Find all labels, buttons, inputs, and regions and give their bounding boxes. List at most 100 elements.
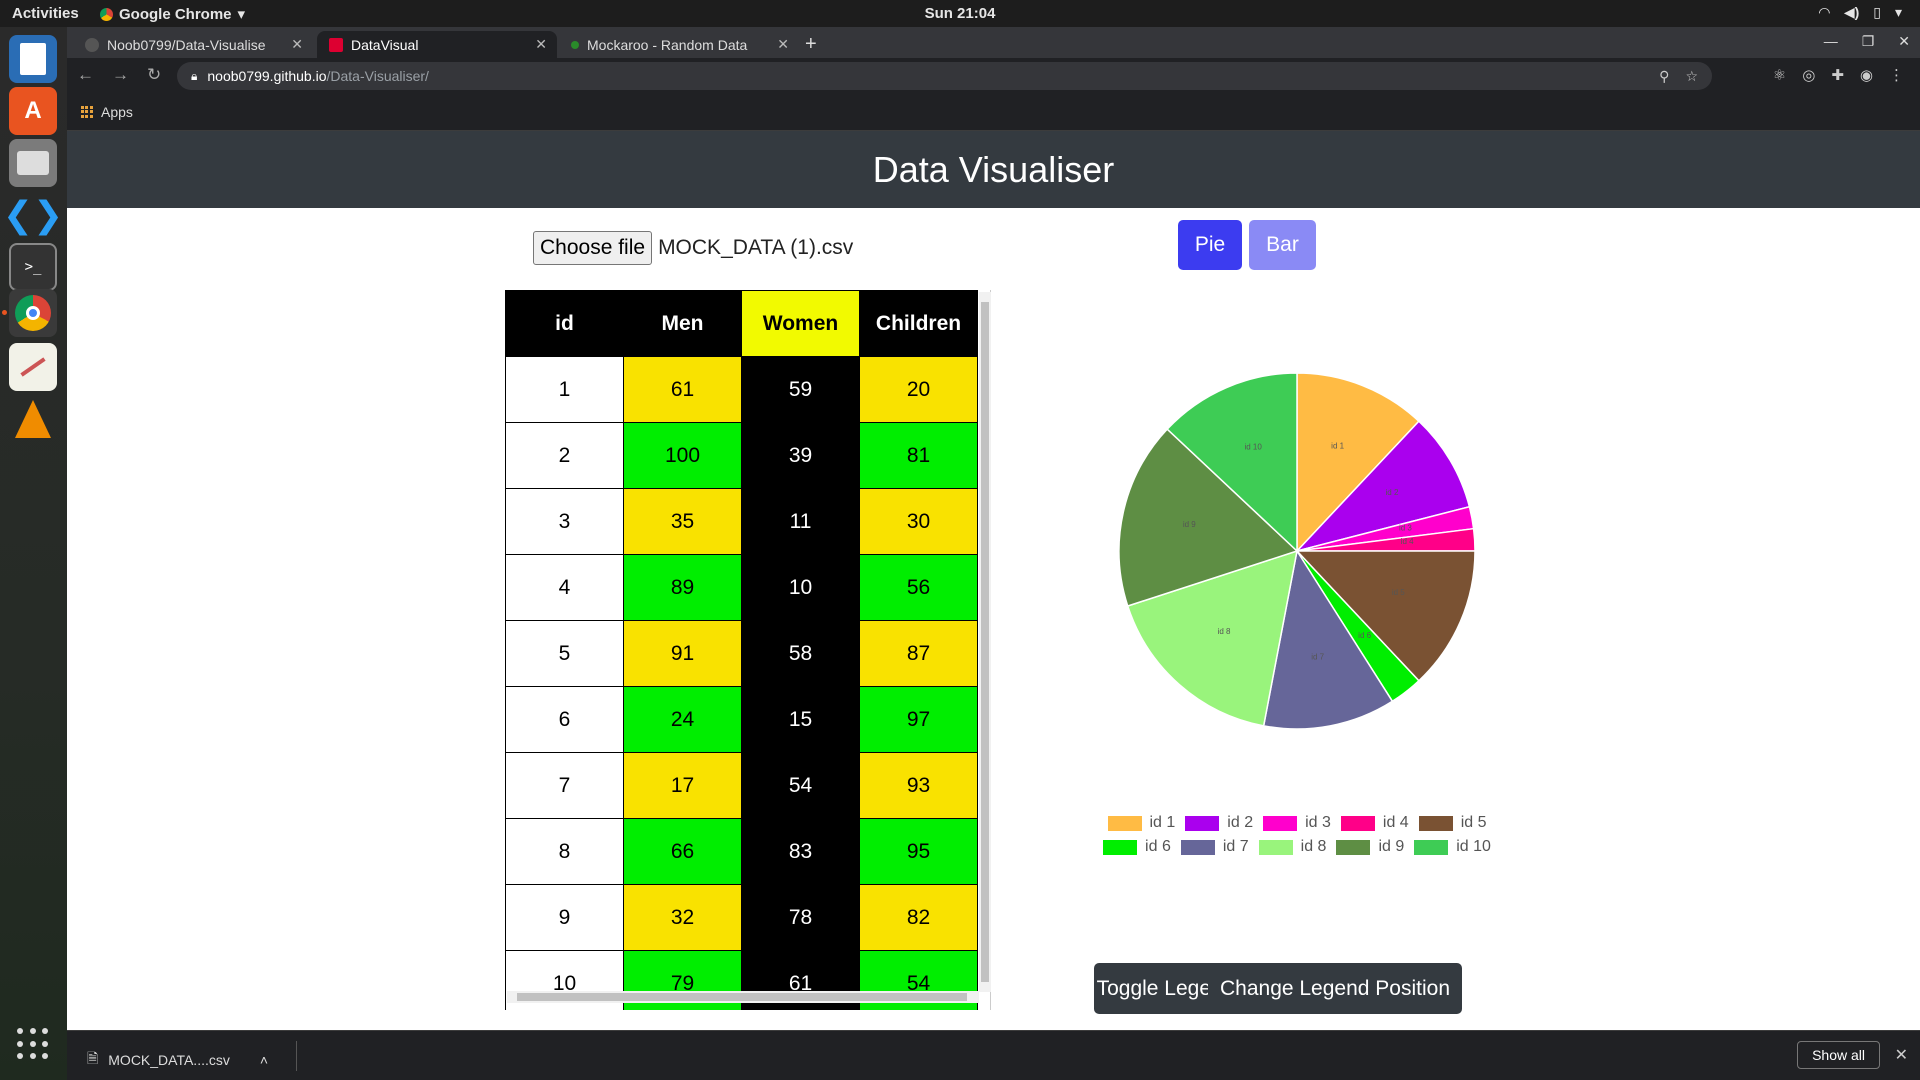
legend-swatch bbox=[1263, 815, 1298, 831]
legend-item[interactable]: id 8 bbox=[1258, 838, 1326, 856]
forward-icon[interactable]: → bbox=[112, 65, 129, 85]
nav-buttons: ← → ↻ bbox=[77, 65, 161, 85]
apps-label: Apps bbox=[101, 104, 133, 120]
download-bar: 🗎︎ MOCK_DATA....csv ˄ Show all ✕ bbox=[67, 1030, 1920, 1080]
download-item[interactable]: 🗎︎ MOCK_DATA....csv ˄ bbox=[87, 1048, 268, 1072]
zoom-icon[interactable]: ⚲ bbox=[1659, 68, 1669, 85]
table-cell-men: 24 bbox=[623, 686, 742, 753]
legend-swatch bbox=[1185, 815, 1220, 831]
back-icon[interactable]: ← bbox=[77, 65, 94, 85]
legend-item[interactable]: id 2 bbox=[1185, 814, 1253, 832]
choose-file-button[interactable]: Choose file bbox=[533, 231, 653, 265]
table-cell-id: 9 bbox=[505, 884, 624, 951]
table-cell-men: 61 bbox=[623, 356, 742, 423]
table-row: 9 32 78 82 bbox=[505, 884, 978, 951]
pie-slice-label: id 2 bbox=[1386, 488, 1399, 497]
react-devtools-icon[interactable]: ⚛ bbox=[1773, 66, 1786, 84]
change-legend-position-button[interactable]: Change Legend Position bbox=[1208, 963, 1462, 1014]
show-applications-icon[interactable] bbox=[17, 1028, 49, 1060]
address-bar[interactable]: 🔒︎ noob0799.github.io/Data-Visualiser/ ⚲… bbox=[177, 62, 1712, 90]
pie-slice-label: id 6 bbox=[1358, 631, 1371, 640]
writer-icon[interactable] bbox=[9, 35, 57, 83]
bookmark-star-icon[interactable]: ☆ bbox=[1685, 68, 1698, 85]
tab-title: Noob0799/Data-Visualise bbox=[107, 36, 266, 53]
bar-button[interactable]: Bar bbox=[1249, 220, 1316, 270]
vscode-icon[interactable]: ❮❯ bbox=[3, 191, 63, 239]
table-row: 5 91 58 87 bbox=[505, 620, 978, 687]
puzzle-icon[interactable]: ✚ bbox=[1831, 66, 1844, 84]
column-header-children: Children bbox=[859, 290, 978, 357]
close-icon[interactable]: ✕ bbox=[777, 36, 789, 53]
clock[interactable]: Sun 21:04 bbox=[0, 5, 1920, 22]
column-header-men: Men bbox=[623, 290, 742, 357]
pie-slice-label: id 4 bbox=[1401, 537, 1414, 546]
battery-icon: ▯ bbox=[1873, 4, 1881, 20]
files-icon[interactable] bbox=[9, 139, 57, 187]
horizontal-scrollbar[interactable] bbox=[507, 991, 979, 1003]
pie-slice-label: id 9 bbox=[1183, 520, 1196, 529]
legend-label: id 2 bbox=[1227, 814, 1254, 831]
table-cell-men: 32 bbox=[623, 884, 742, 951]
table-cell-women: 10 bbox=[741, 554, 860, 621]
file-upload: Choose file MOCK_DATA (1).csv bbox=[533, 231, 853, 265]
tab-mockaroo[interactable]: Mockaroo - Random Data ✕ bbox=[559, 31, 799, 58]
chrome-icon[interactable] bbox=[9, 289, 57, 337]
close-icon[interactable]: ✕ bbox=[1898, 33, 1910, 50]
scrollbar-thumb[interactable] bbox=[981, 302, 989, 982]
browser-toolbar: ← → ↻ 🔒︎ noob0799.github.io/Data-Visuali… bbox=[67, 58, 1920, 94]
pie-slice-label: id 1 bbox=[1331, 441, 1344, 450]
vertical-scrollbar[interactable] bbox=[979, 292, 991, 992]
legend-swatch bbox=[1107, 815, 1142, 831]
software-center-icon[interactable]: A bbox=[9, 87, 57, 135]
system-tray[interactable]: ◠ ◀) ▯ ▾ bbox=[1819, 4, 1902, 21]
tab-title: Mockaroo - Random Data bbox=[587, 36, 748, 53]
new-tab-icon[interactable]: + bbox=[805, 33, 817, 56]
legend-label: id 9 bbox=[1378, 838, 1405, 855]
menu-icon[interactable]: ⋮ bbox=[1889, 66, 1904, 84]
extension-icon[interactable]: ◎ bbox=[1802, 66, 1815, 84]
table-cell-id: 1 bbox=[505, 356, 624, 423]
close-icon[interactable]: ✕ bbox=[535, 36, 547, 53]
maximize-icon[interactable]: ❐ bbox=[1862, 33, 1875, 50]
tab-github[interactable]: Noob0799/Data-Visualise ✕ bbox=[73, 31, 313, 58]
table-cell-men: 17 bbox=[623, 752, 742, 819]
wifi-icon: ◠ bbox=[1819, 4, 1830, 20]
legend-item[interactable]: id 1 bbox=[1107, 814, 1175, 832]
legend-item[interactable]: id 10 bbox=[1414, 838, 1491, 856]
legend-item[interactable]: id 6 bbox=[1103, 838, 1171, 856]
text-editor-icon[interactable] bbox=[9, 343, 57, 391]
chevron-up-icon[interactable]: ˄ bbox=[260, 1052, 268, 1068]
legend-item[interactable]: id 7 bbox=[1180, 838, 1249, 856]
pie-chart[interactable]: id 1 id 2 id 3 id 4 id 5 id 6 id 7 id 8 id 9 id 1… bbox=[1067, 321, 1527, 781]
pie-button[interactable]: Pie bbox=[1178, 220, 1242, 270]
lock-icon: 🔒︎ bbox=[191, 68, 198, 83]
legend-item[interactable]: id 9 bbox=[1336, 838, 1404, 856]
apps-bookmark[interactable]: Apps bbox=[81, 104, 133, 120]
legend-label: id 6 bbox=[1145, 838, 1171, 855]
legend-item[interactable]: id 5 bbox=[1418, 814, 1486, 832]
table-cell-women: 83 bbox=[741, 818, 860, 885]
data-table-container[interactable]: id Men Women Children 1 61 59 20 2 100 39 81 3 35 11 3… bbox=[505, 290, 991, 1010]
pie-slice-label: id 5 bbox=[1392, 588, 1405, 597]
reload-icon[interactable]: ↻ bbox=[147, 65, 161, 85]
table-cell-women: 11 bbox=[741, 488, 860, 555]
tab-datavisual[interactable]: DataVisual ✕ bbox=[317, 31, 557, 58]
extensions: ⚛ ◎ ✚ ◉ ⋮ bbox=[1773, 66, 1904, 84]
vlc-icon[interactable] bbox=[9, 395, 57, 443]
table-cell-id: 8 bbox=[505, 818, 624, 885]
close-icon[interactable]: ✕ bbox=[291, 36, 303, 53]
url: noob0799.github.io/Data-Visualiser/ bbox=[207, 68, 429, 84]
legend-swatch bbox=[1418, 815, 1453, 831]
tab-strip: Noob0799/Data-Visualise ✕ DataVisual ✕ M… bbox=[67, 27, 1920, 58]
terminal-icon[interactable]: >_ bbox=[9, 243, 57, 291]
table-cell-children: 81 bbox=[859, 422, 978, 489]
profile-avatar[interactable]: ◉ bbox=[1860, 66, 1873, 84]
legend-item[interactable]: id 4 bbox=[1340, 814, 1409, 832]
minimize-icon[interactable]: — bbox=[1824, 33, 1838, 50]
legend-swatch bbox=[1258, 839, 1293, 855]
close-icon[interactable]: ✕ bbox=[1895, 1045, 1908, 1065]
legend-item[interactable]: id 3 bbox=[1263, 814, 1331, 832]
show-all-button[interactable]: Show all bbox=[1797, 1041, 1880, 1069]
legend-swatch bbox=[1414, 839, 1449, 855]
scrollbar-thumb[interactable] bbox=[517, 993, 967, 1001]
